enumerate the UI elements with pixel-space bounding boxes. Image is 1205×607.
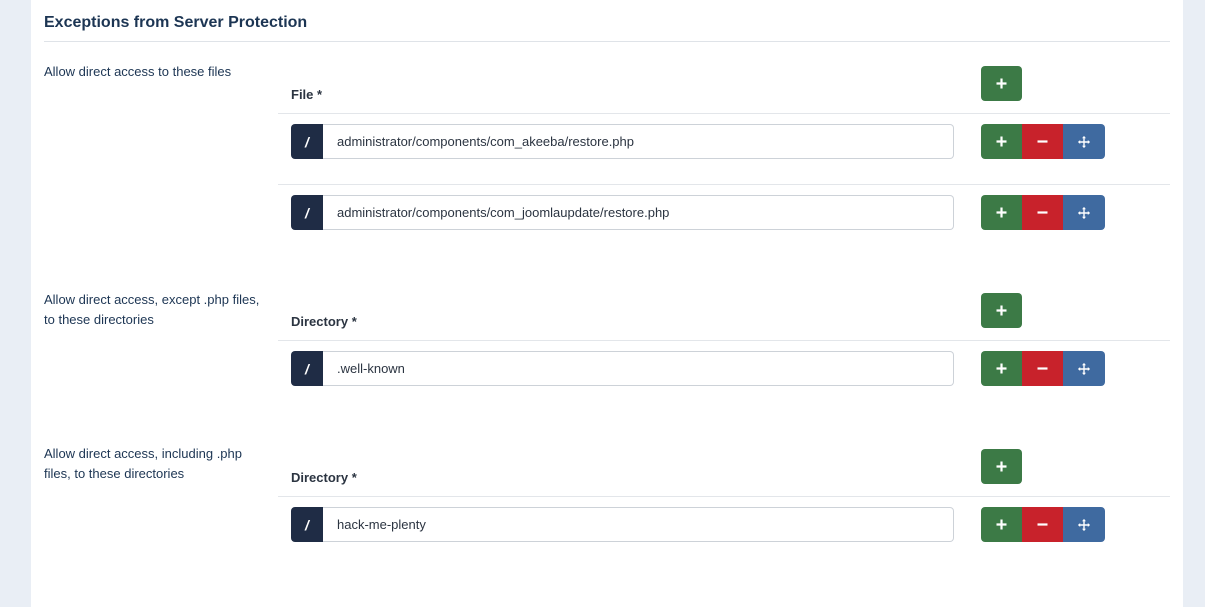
plus-icon [996, 78, 1007, 89]
row-divider [278, 496, 1170, 497]
add-directory-button[interactable] [981, 293, 1022, 328]
minus-icon [1037, 523, 1048, 526]
minus-icon [1037, 211, 1048, 214]
remove-row-button[interactable] [1022, 195, 1063, 230]
insert-row-button[interactable] [981, 124, 1022, 159]
plus-icon [996, 207, 1007, 218]
move-row-handle[interactable] [1063, 124, 1105, 159]
remove-row-button[interactable] [1022, 124, 1063, 159]
minus-icon [1037, 367, 1048, 370]
title-divider [44, 41, 1170, 42]
path-prefix-addon: / [291, 351, 323, 386]
move-row-handle[interactable] [1063, 351, 1105, 386]
file-row-2: / [291, 195, 954, 230]
row-divider [278, 340, 1170, 341]
directory-row: / [291, 507, 954, 542]
add-directory-button[interactable] [981, 449, 1022, 484]
move-arrows-icon [1078, 206, 1090, 219]
insert-row-button[interactable] [981, 507, 1022, 542]
add-file-button[interactable] [981, 66, 1022, 101]
file-path-input[interactable] [323, 124, 954, 159]
path-prefix-addon: / [291, 507, 323, 542]
fieldset-panel: Exceptions from Server Protection Allow … [31, 0, 1183, 607]
plus-icon [996, 363, 1007, 374]
fieldset-title: Exceptions from Server Protection [44, 14, 308, 31]
row-divider [278, 184, 1170, 185]
plus-icon [996, 136, 1007, 147]
move-row-handle[interactable] [1063, 507, 1105, 542]
path-prefix-addon: / [291, 195, 323, 230]
group-label-dirs-including-php: Allow direct access, including .php file… [44, 446, 242, 481]
directory-path-input[interactable] [323, 351, 954, 386]
file-path-input[interactable] [323, 195, 954, 230]
directory-row: / [291, 351, 954, 386]
move-arrows-icon [1078, 362, 1090, 375]
group-label-files: Allow direct access to these files [44, 64, 232, 79]
plus-icon [996, 519, 1007, 530]
path-prefix-addon: / [291, 124, 323, 159]
move-arrows-icon [1078, 135, 1090, 148]
plus-icon [996, 461, 1007, 472]
directory-path-input[interactable] [323, 507, 954, 542]
plus-icon [996, 305, 1007, 316]
column-header-directory: Directory * [291, 470, 357, 485]
remove-row-button[interactable] [1022, 351, 1063, 386]
move-arrows-icon [1078, 518, 1090, 531]
remove-row-button[interactable] [1022, 507, 1063, 542]
column-header-file: File * [291, 87, 323, 102]
insert-row-button[interactable] [981, 195, 1022, 230]
insert-row-button[interactable] [981, 351, 1022, 386]
row-divider [278, 113, 1170, 114]
column-header-directory: Directory * [291, 314, 357, 329]
file-row-1: / [291, 124, 954, 159]
group-label-dirs-except-php: Allow direct access, except .php files, … [44, 292, 260, 327]
move-row-handle[interactable] [1063, 195, 1105, 230]
minus-icon [1037, 140, 1048, 143]
